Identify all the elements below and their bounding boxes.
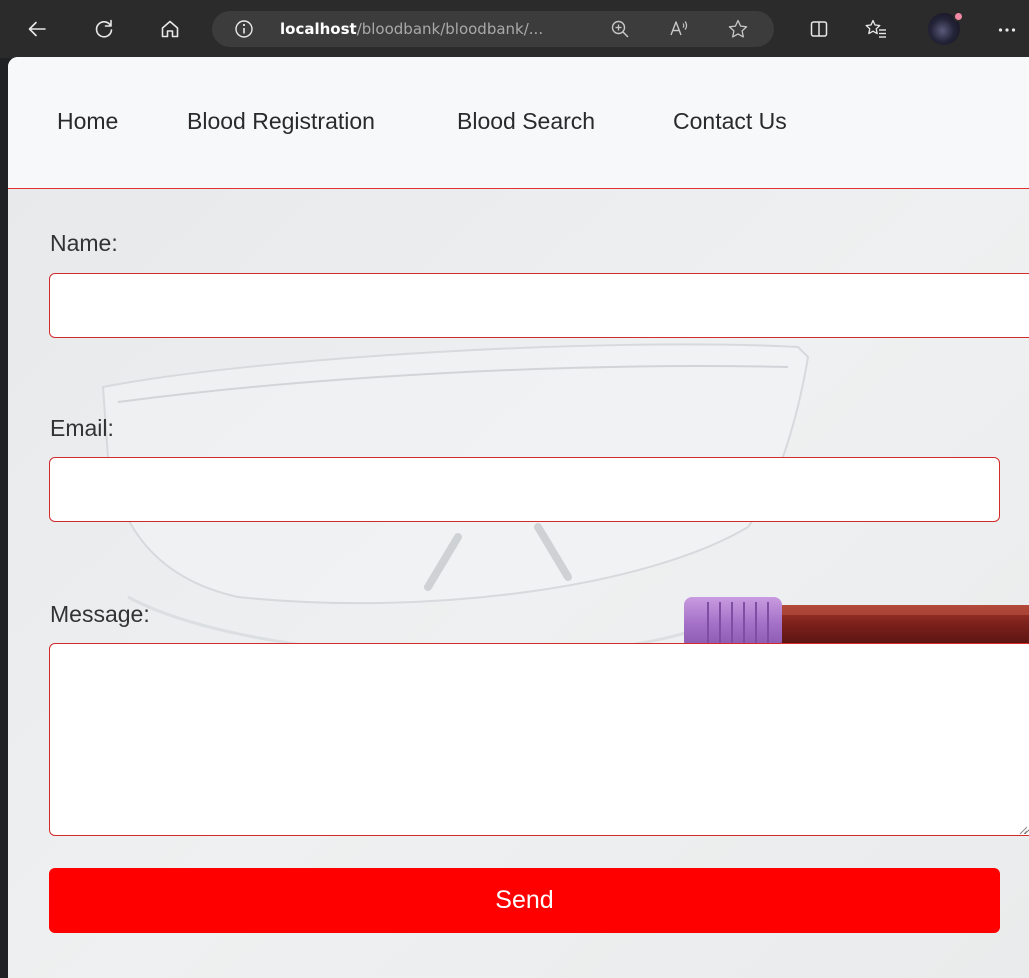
star-icon[interactable] — [727, 18, 749, 45]
message-label: Message: — [50, 601, 150, 627]
url-path: /bloodbank/bloodbank/... — [356, 20, 544, 38]
refresh-icon[interactable] — [89, 14, 119, 44]
message-textarea[interactable] — [49, 643, 1029, 836]
zoom-in-icon[interactable] — [610, 19, 630, 44]
profile-status-dot — [953, 11, 964, 22]
url-host: localhost — [280, 20, 357, 38]
address-bar[interactable]: localhost/bloodbank/bloodbank/... — [212, 11, 774, 47]
favorites-icon[interactable] — [861, 14, 891, 44]
back-arrow-icon[interactable] — [22, 14, 52, 44]
name-input[interactable] — [49, 273, 1029, 338]
nav-home[interactable]: Home — [57, 108, 118, 135]
email-input[interactable] — [49, 457, 1000, 522]
home-icon[interactable] — [155, 14, 185, 44]
split-screen-icon[interactable] — [804, 14, 834, 44]
name-label: Name: — [50, 230, 118, 256]
browser-toolbar: localhost/bloodbank/bloodbank/... — [0, 0, 1029, 58]
send-button[interactable]: Send — [49, 868, 1000, 933]
more-icon[interactable] — [992, 14, 1022, 44]
nav-contact-us[interactable]: Contact Us — [673, 108, 787, 135]
nav-blood-search[interactable]: Blood Search — [457, 108, 595, 135]
page-viewport: Home Blood Registration Blood Search Con… — [8, 57, 1029, 978]
nav-blood-registration[interactable]: Blood Registration — [187, 108, 375, 135]
site-navigation: Home Blood Registration Blood Search Con… — [8, 57, 1029, 189]
email-label: Email: — [50, 415, 114, 441]
read-aloud-icon[interactable] — [668, 18, 690, 45]
info-icon[interactable] — [234, 19, 254, 44]
resize-grip-icon[interactable] — [1018, 825, 1028, 835]
url-text[interactable]: localhost/bloodbank/bloodbank/... — [280, 20, 543, 38]
